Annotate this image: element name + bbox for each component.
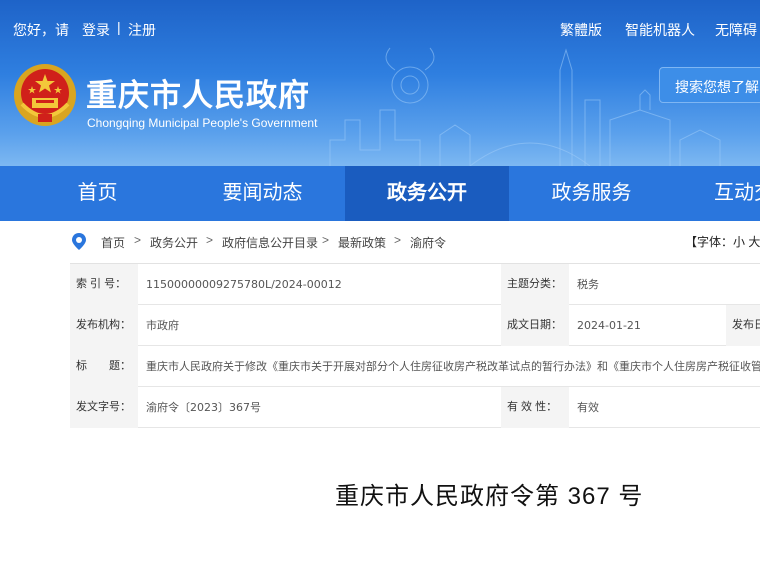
breadcrumb-arrow: > [322, 233, 330, 247]
date-value: 2024-01-21 [577, 319, 641, 332]
breadcrumb-home[interactable]: 首页 [101, 234, 125, 251]
publish-date-label: 发布日期： [726, 305, 760, 346]
issuer-label: 发布机构： [70, 305, 138, 346]
table-row: 标 题： 重庆市人民政府关于修改《重庆市关于开展对部分个人住房征收房产税改革试点… [70, 346, 760, 387]
top-bar: 您好，请 登录 | 注册 繁體版 智能机器人 无障碍 [0, 18, 760, 40]
accessibility-link[interactable]: 无障碍 [715, 20, 757, 40]
category-label: 主题分类： [501, 264, 569, 305]
doc-number-value: 渝府令〔2023〕367号 [146, 401, 261, 414]
breadcrumb-info-catalog[interactable]: 政府信息公开目录 [222, 234, 318, 251]
nav-item-news[interactable]: 要闻动态 [180, 166, 345, 221]
nav-item-gov-affairs[interactable]: 政务公开 [345, 166, 509, 221]
nav-item-home[interactable]: 首页 [0, 166, 195, 221]
site-header: 您好，请 登录 | 注册 繁體版 智能机器人 无障碍 重庆市人民政府 Chong… [0, 0, 760, 166]
search-input[interactable]: 搜索您想了解的 [659, 67, 760, 103]
table-row: 发布机构： 市政府 成文日期： 2024-01-21 发布日期： [70, 305, 760, 346]
table-row: 索 引 号： 11500000009275780L/2024-00012 主题分… [70, 264, 760, 305]
site-subtitle: Chongqing Municipal People's Government [87, 116, 318, 130]
issuer-value: 市政府 [146, 319, 179, 332]
validity-label: 有 效 性： [501, 387, 569, 428]
smart-robot-link[interactable]: 智能机器人 [625, 20, 695, 40]
traditional-chinese-link[interactable]: 繁體版 [560, 20, 602, 40]
index-value: 11500000009275780L/2024-00012 [146, 278, 342, 291]
breadcrumb-latest-policy[interactable]: 最新政策 [338, 234, 386, 251]
breadcrumb-arrow: > [134, 233, 142, 247]
document-info-table: 索 引 号： 11500000009275780L/2024-00012 主题分… [70, 263, 760, 428]
validity-value: 有效 [577, 401, 599, 414]
breadcrumb-gov-affairs[interactable]: 政务公开 [150, 234, 198, 251]
breadcrumb: 首页 > 政务公开 > 政府信息公开目录 > 最新政策 > 渝府令 【字体：小 … [0, 229, 760, 255]
location-pin-icon [72, 233, 86, 250]
breadcrumb-decree[interactable]: 渝府令 [410, 234, 446, 251]
site-title[interactable]: 重庆市人民政府 [86, 70, 310, 115]
register-link[interactable]: 注册 [128, 20, 156, 40]
document-title: 重庆市人民政府令第 367 号 [335, 483, 644, 510]
topbar-separator: | [117, 19, 121, 35]
title-value: 重庆市人民政府关于修改《重庆市关于开展对部分个人住房征收房产税改革试点的暂行办法… [146, 360, 760, 373]
national-emblem-icon [14, 64, 76, 126]
login-link[interactable]: 登录 [82, 20, 110, 40]
doc-number-label: 发文字号： [70, 387, 138, 428]
title-label: 标 题： [70, 346, 138, 387]
main-nav: 首页 要闻动态 政务公开 政务服务 互动交流 [0, 166, 760, 221]
date-label: 成文日期： [501, 305, 569, 346]
index-label: 索 引 号： [70, 264, 138, 305]
nav-item-gov-services[interactable]: 政务服务 [509, 166, 674, 221]
greeting-text: 您好，请 [13, 22, 69, 38]
font-size-control[interactable]: 【字体：小 大】 [685, 233, 760, 250]
breadcrumb-arrow: > [206, 233, 214, 247]
table-row: 发文字号： 渝府令〔2023〕367号 有 效 性： 有效 [70, 387, 760, 428]
nav-item-interaction[interactable]: 互动交流 [690, 166, 760, 221]
breadcrumb-arrow: > [394, 233, 402, 247]
category-value: 税务 [577, 278, 599, 291]
